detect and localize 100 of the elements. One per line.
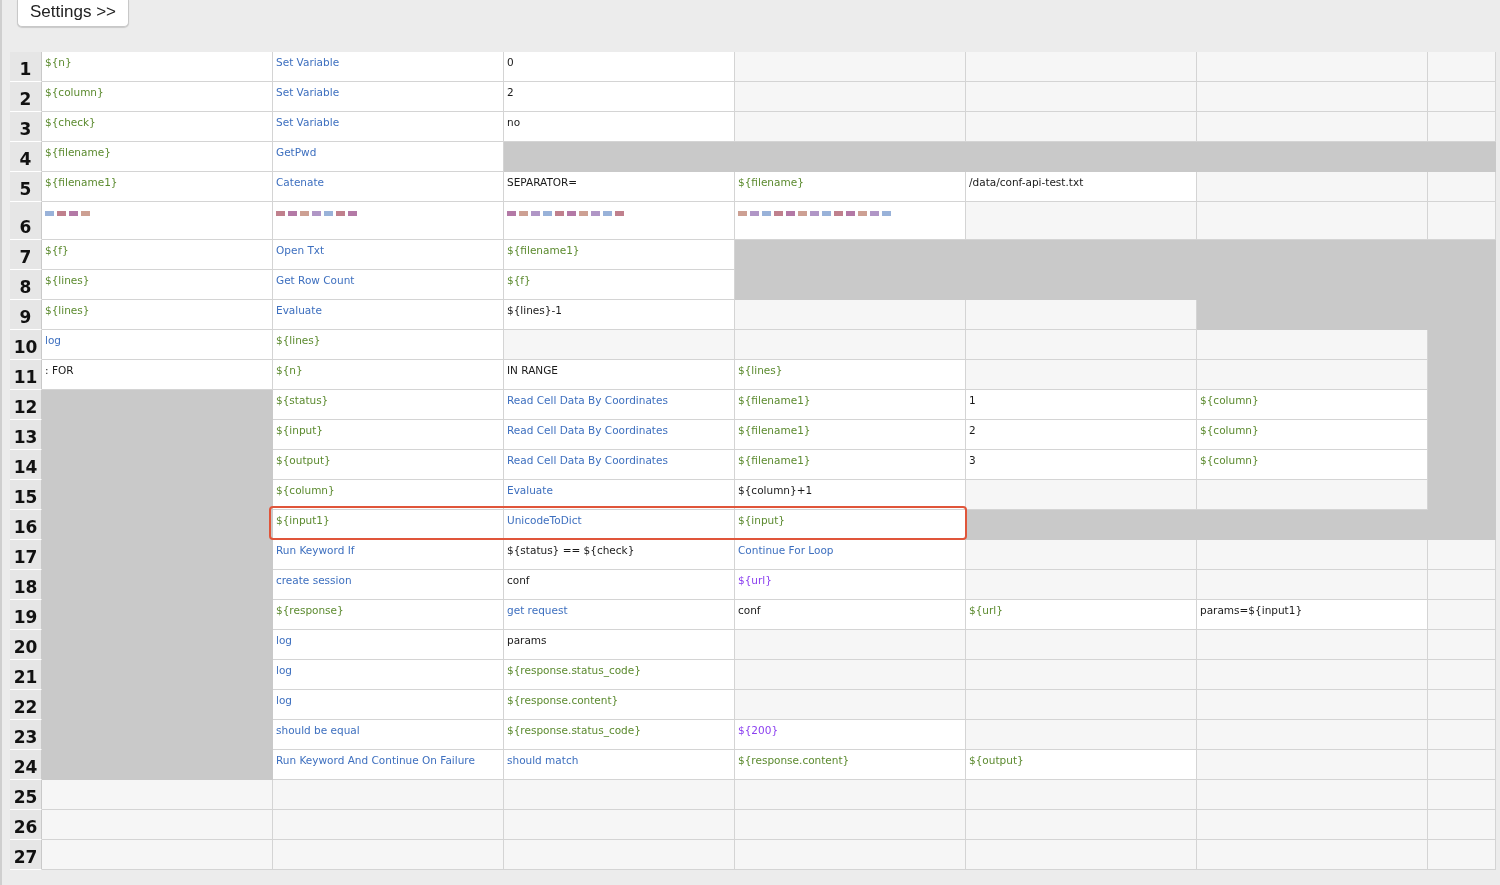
row-number[interactable]: 4 — [10, 142, 42, 172]
row-number[interactable]: 11 — [10, 360, 42, 390]
table-cell[interactable]: ${column} — [273, 480, 504, 510]
table-cell[interactable]: ${response} — [273, 600, 504, 630]
table-cell[interactable]: ${lines} — [42, 300, 273, 330]
table-cell[interactable] — [1428, 142, 1496, 172]
table-cell[interactable]: ${n} — [273, 360, 504, 390]
table-cell[interactable]: ${output} — [966, 750, 1197, 780]
table-cell[interactable]: ${filename1} — [42, 172, 273, 202]
table-cell[interactable] — [1197, 52, 1428, 82]
table-cell[interactable]: Run Keyword If — [273, 540, 504, 570]
table-cell[interactable] — [1428, 690, 1496, 720]
table-cell[interactable] — [735, 690, 966, 720]
row-number[interactable]: 3 — [10, 112, 42, 142]
table-cell[interactable]: SEPARATOR= — [504, 172, 735, 202]
table-cell[interactable] — [1428, 570, 1496, 600]
table-cell[interactable]: ${lines} — [735, 360, 966, 390]
table-cell[interactable] — [1197, 810, 1428, 840]
table-cell[interactable] — [966, 510, 1197, 540]
table-cell[interactable]: Evaluate — [504, 480, 735, 510]
table-cell[interactable]: ${status} — [273, 390, 504, 420]
table-cell[interactable]: /data/conf-api-test.txt — [966, 172, 1197, 202]
table-cell[interactable] — [735, 52, 966, 82]
table-cell[interactable]: ${lines} — [42, 270, 273, 300]
table-cell[interactable] — [1428, 112, 1496, 142]
row-number[interactable]: 19 — [10, 600, 42, 630]
table-cell[interactable]: log — [273, 630, 504, 660]
table-cell[interactable] — [1197, 480, 1428, 510]
table-cell[interactable]: no — [504, 112, 735, 142]
table-cell[interactable]: ${response.content} — [735, 750, 966, 780]
row-number[interactable]: 26 — [10, 810, 42, 840]
settings-button[interactable]: Settings >> — [17, 0, 129, 27]
table-cell[interactable]: ${status} == ${check} — [504, 540, 735, 570]
table-cell[interactable]: Read Cell Data By Coordinates — [504, 390, 735, 420]
table-cell[interactable]: ${check} — [42, 112, 273, 142]
table-cell[interactable] — [1197, 172, 1428, 202]
table-cell[interactable] — [504, 202, 735, 240]
row-number[interactable]: 15 — [10, 480, 42, 510]
table-cell[interactable] — [966, 330, 1197, 360]
table-cell[interactable]: conf — [504, 570, 735, 600]
table-cell[interactable] — [735, 82, 966, 112]
table-cell[interactable]: Set Variable — [273, 52, 504, 82]
table-cell[interactable]: params — [504, 630, 735, 660]
table-cell[interactable] — [1428, 600, 1496, 630]
table-cell[interactable]: Continue For Loop — [735, 540, 966, 570]
table-cell[interactable]: ${filename1} — [735, 420, 966, 450]
table-cell[interactable]: ${lines} — [273, 330, 504, 360]
table-cell[interactable] — [1197, 840, 1428, 870]
table-cell[interactable]: get request — [504, 600, 735, 630]
row-number[interactable]: 12 — [10, 390, 42, 420]
table-cell[interactable]: ${column}+1 — [735, 480, 966, 510]
table-cell[interactable]: log — [273, 660, 504, 690]
table-cell[interactable] — [42, 750, 273, 780]
table-cell[interactable] — [504, 142, 735, 172]
table-cell[interactable] — [42, 780, 273, 810]
row-number[interactable]: 24 — [10, 750, 42, 780]
table-cell[interactable] — [273, 202, 504, 240]
table-cell[interactable] — [735, 780, 966, 810]
table-cell[interactable]: conf — [735, 600, 966, 630]
table-cell[interactable] — [735, 840, 966, 870]
row-number[interactable]: 6 — [10, 202, 42, 240]
table-cell[interactable] — [504, 810, 735, 840]
row-number[interactable]: 8 — [10, 270, 42, 300]
table-cell[interactable]: Read Cell Data By Coordinates — [504, 420, 735, 450]
row-number[interactable]: 27 — [10, 840, 42, 870]
row-number[interactable]: 13 — [10, 420, 42, 450]
table-cell[interactable] — [1428, 720, 1496, 750]
table-cell[interactable]: ${column} — [1197, 420, 1428, 450]
table-cell[interactable]: ${f} — [504, 270, 735, 300]
table-cell[interactable] — [735, 660, 966, 690]
table-cell[interactable] — [42, 810, 273, 840]
table-cell[interactable] — [1197, 570, 1428, 600]
table-cell[interactable] — [1428, 840, 1496, 870]
table-cell[interactable]: Get Row Count — [273, 270, 504, 300]
row-number[interactable]: 18 — [10, 570, 42, 600]
row-number[interactable]: 16 — [10, 510, 42, 540]
table-cell[interactable]: Read Cell Data By Coordinates — [504, 450, 735, 480]
table-cell[interactable] — [966, 810, 1197, 840]
row-number[interactable]: 17 — [10, 540, 42, 570]
table-cell[interactable]: create session — [273, 570, 504, 600]
table-cell[interactable] — [273, 840, 504, 870]
table-cell[interactable] — [1197, 660, 1428, 690]
table-cell[interactable] — [1428, 82, 1496, 112]
table-cell[interactable] — [735, 630, 966, 660]
table-cell[interactable] — [1428, 540, 1496, 570]
table-cell[interactable] — [1197, 750, 1428, 780]
table-cell[interactable] — [1197, 82, 1428, 112]
table-cell[interactable] — [1428, 52, 1496, 82]
table-cell[interactable]: log — [273, 690, 504, 720]
table-cell[interactable]: ${filename1} — [735, 390, 966, 420]
row-number[interactable]: 20 — [10, 630, 42, 660]
table-cell[interactable]: ${200} — [735, 720, 966, 750]
table-cell[interactable]: GetPwd — [273, 142, 504, 172]
table-cell[interactable] — [966, 300, 1197, 330]
table-cell[interactable]: params=${input1} — [1197, 600, 1428, 630]
table-cell[interactable]: ${column} — [42, 82, 273, 112]
table-cell[interactable]: : FOR — [42, 360, 273, 390]
table-cell[interactable] — [966, 52, 1197, 82]
table-cell[interactable] — [1428, 660, 1496, 690]
table-cell[interactable] — [1428, 172, 1496, 202]
